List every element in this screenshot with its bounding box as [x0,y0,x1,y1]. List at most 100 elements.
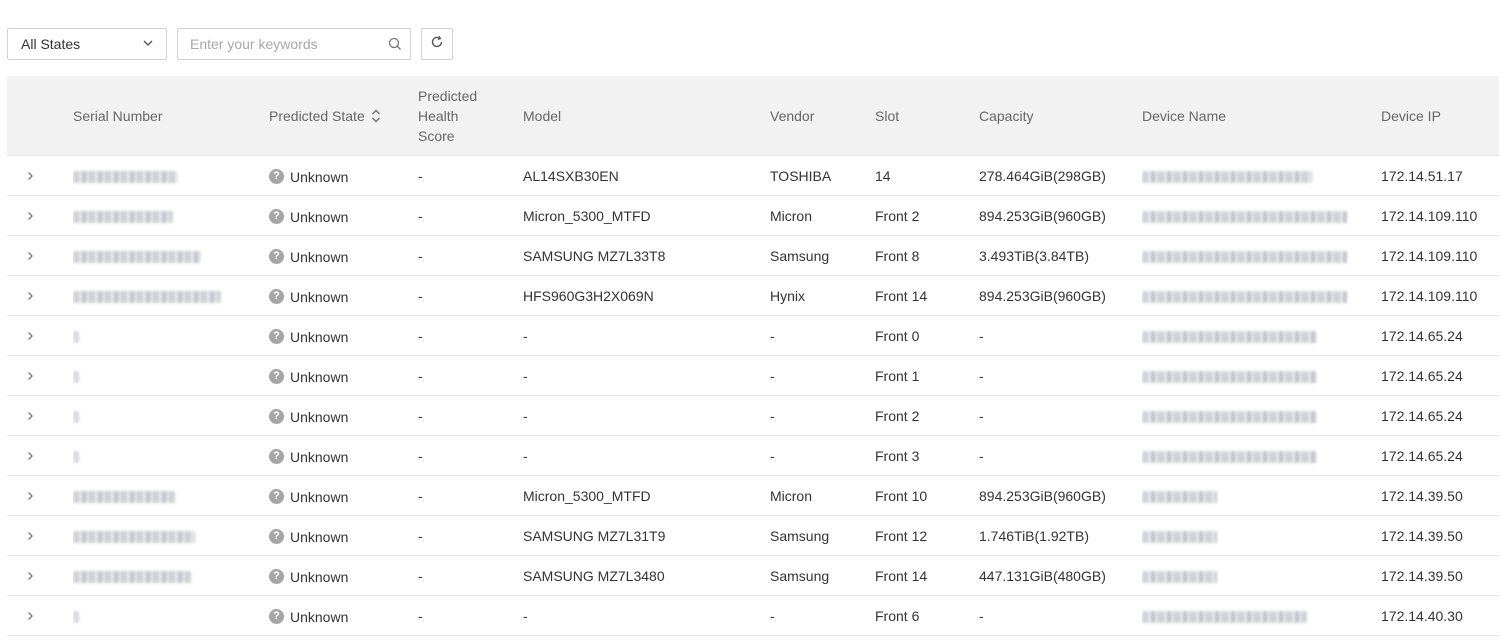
slot-cell: Front 1 [875,355,979,396]
model-cell: AL14SXB30EN [523,155,770,196]
table-row[interactable]: ? Unknown - - - Front 3-172.14.65.24 [7,435,1499,476]
health-score-cell: - [418,195,523,236]
serial-number-cell [73,395,269,436]
predicted-state-cell: ? Unknown [269,395,418,436]
serial-number-cell [73,195,269,236]
table-row[interactable]: ? Unknown - Micron_5300_MTFD Micron Front 10 8… [7,475,1499,516]
question-circle-icon: ? [269,529,284,545]
table-body: ? Unknown - AL14SXB30EN TOSHIBA 14 278.464GiB(… [7,155,1499,636]
serial-number-redacted [73,610,79,623]
capacity-cell: 447.131GiB(480GB) [979,555,1142,596]
health-score-header: Predicted Health Score [418,76,523,156]
serial-number-redacted [73,210,173,223]
predicted-state-value: Unknown [290,568,349,585]
predicted-state-value: Unknown [290,208,349,225]
table-row[interactable]: ? Unknown - - - Front 0-172.14.65.24 [7,315,1499,356]
table-row[interactable]: ? Unknown - - - Front 2-172.14.65.24 [7,395,1499,436]
table-row[interactable]: ? Unknown - HFS960G3H2X069N Hynix Front 14 894… [7,275,1499,316]
sort-icon[interactable] [371,109,381,123]
serial-number-cell [73,155,269,196]
slot-cell: Front 10 [875,475,979,516]
serial-number-cell [73,555,269,596]
filter-toolbar: All States [7,28,453,60]
table-row[interactable]: ? Unknown - AL14SXB30EN TOSHIBA 14 278.464GiB(… [7,155,1499,196]
table-row[interactable]: ? Unknown - SAMSUNG MZ7L3480 Samsung Front 14… [7,555,1499,596]
capacity-cell: 894.253GiB(960GB) [979,275,1142,316]
chevron-right-icon[interactable] [18,564,42,588]
slot-cell: Front 14 [875,555,979,596]
device-ip-cell: 172.14.109.110 [1381,235,1499,276]
model-cell: Micron_5300_MTFD [523,195,770,236]
table-row[interactable]: ? Unknown - - - Front 1-172.14.65.24 [7,355,1499,396]
expand-cell [7,475,73,516]
disk-health-page: All States Enter your keywords Serial Nu… [0,0,1501,642]
predicted-state-cell: ? Unknown [269,235,418,276]
vendor-cell: Samsung [770,235,875,276]
capacity-cell: 894.253GiB(960GB) [979,475,1142,516]
predicted-state-value: Unknown [290,288,349,305]
predicted-state-cell: ? Unknown [269,155,418,196]
question-circle-icon: ? [269,489,284,505]
device-ip-header: Device IP [1381,76,1499,156]
capacity-header: Capacity [979,76,1142,156]
capacity-cell: - [979,355,1142,396]
predicted-state-cell: ? Unknown [269,515,418,556]
chevron-right-icon[interactable] [18,204,42,228]
capacity-cell: 3.493TiB(3.84TB) [979,235,1142,276]
predicted-state-header-label: Predicted State [269,107,365,124]
chevron-right-icon[interactable] [18,364,42,388]
expand-cell [7,155,73,196]
predicted-state-cell: ? Unknown [269,195,418,236]
serial-number-redacted [73,570,191,583]
chevron-right-icon[interactable] [18,244,42,268]
vendor-cell: Samsung [770,555,875,596]
health-score-cell: - [418,475,523,516]
search-icon[interactable] [380,29,410,59]
chevron-right-icon[interactable] [18,404,42,428]
device-ip-cell: 172.14.65.24 [1381,355,1499,396]
serial-number-redacted [73,370,79,383]
device-ip-cell: 172.14.109.110 [1381,275,1499,316]
device-name-redacted [1142,490,1217,503]
table-row[interactable]: ? Unknown - SAMSUNG MZ7L33T8 Samsung Front 83… [7,235,1499,276]
vendor-cell: Micron [770,475,875,516]
chevron-right-icon[interactable] [18,164,42,188]
chevron-right-icon[interactable] [18,604,42,628]
vendor-cell: Hynix [770,275,875,316]
capacity-cell: 1.746TiB(1.92TB) [979,515,1142,556]
predicted-state-value: Unknown [290,248,349,265]
device-ip-cell: 172.14.65.24 [1381,315,1499,356]
device-ip-cell: 172.14.109.110 [1381,195,1499,236]
predicted-state-value: Unknown [290,408,349,425]
table-row[interactable]: ? Unknown - - - Front 6-172.14.40.30 [7,595,1499,636]
device-name-redacted [1142,250,1347,263]
device-name-cell [1142,395,1381,436]
predicted-state-cell: ? Unknown [269,435,418,476]
device-name-redacted [1142,570,1217,583]
chevron-right-icon[interactable] [18,444,42,468]
health-score-cell: - [418,315,523,356]
device-name-cell [1142,235,1381,276]
chevron-right-icon[interactable] [18,484,42,508]
keyword-search-input[interactable] [178,30,380,58]
serial-number-cell [73,355,269,396]
serial-number-redacted [73,250,201,263]
device-name-redacted [1142,170,1312,183]
device-name-redacted [1142,410,1317,423]
predicted-state-header[interactable]: Predicted State [269,76,418,156]
device-ip-cell: 172.14.65.24 [1381,395,1499,436]
serial-number-redacted [73,290,221,303]
refresh-button[interactable] [421,28,453,60]
capacity-cell: - [979,595,1142,636]
table-row[interactable]: ? Unknown - Micron_5300_MTFD Micron Front 2 89… [7,195,1499,236]
chevron-right-icon[interactable] [18,284,42,308]
state-filter-select[interactable]: All States [7,28,167,60]
chevron-right-icon[interactable] [18,324,42,348]
vendor-cell: Samsung [770,515,875,556]
table-header-row: Serial Number Predicted State Predicted … [7,76,1499,156]
slot-cell: Front 3 [875,435,979,476]
chevron-right-icon[interactable] [18,524,42,548]
device-name-redacted [1142,210,1347,223]
table-row[interactable]: ? Unknown - SAMSUNG MZ7L31T9 Samsung Front 12… [7,515,1499,556]
slot-cell: Front 12 [875,515,979,556]
